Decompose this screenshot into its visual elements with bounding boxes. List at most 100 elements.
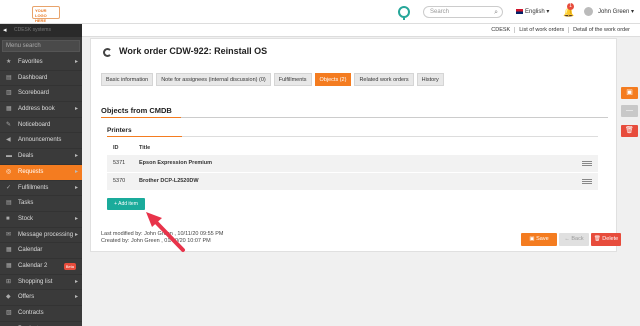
user-menu[interactable]: John Green ▾	[598, 8, 634, 15]
sidebar-item-label: Calendar	[18, 247, 43, 254]
sidebar-item-tasks[interactable]: ▤ Tasks	[0, 196, 82, 212]
chevron-right-icon: ▸	[74, 153, 78, 160]
sidebar-item-dashboard[interactable]: ▤ Dashboard	[0, 71, 82, 87]
search-icon[interactable]: ⌕	[494, 8, 498, 18]
calendar-icon: ▦	[6, 262, 12, 269]
chevron-right-icon: ▸	[74, 106, 78, 113]
breadcrumb-item[interactable]: Detail of the work order	[568, 27, 634, 33]
sidebar-item-label: Tasks	[18, 200, 34, 207]
sidebar-item-calendar[interactable]: ▦ Calendar	[0, 243, 82, 259]
deals-icon: ▬	[6, 153, 12, 160]
divider-accent	[107, 136, 182, 137]
save-float-icon[interactable]: ▣	[621, 87, 638, 99]
sidebar-item-label: Stock	[18, 215, 34, 222]
delete-button[interactable]: 🗑 Delete	[591, 233, 621, 246]
drag-handle-icon[interactable]	[582, 179, 592, 184]
cell-title[interactable]: Epson Expression Premium	[139, 155, 212, 172]
sidebar-item-fulfillments[interactable]: ✓ Fulfillments ▸	[0, 181, 82, 197]
page-title: Work order CDW-922: Reinstall OS	[119, 46, 268, 56]
table-header: ID Title	[107, 141, 598, 155]
chevron-right-icon: ▸	[74, 294, 78, 301]
divider-accent	[101, 117, 181, 118]
sidebar-item-offers[interactable]: ◆ Offers ▸	[0, 290, 82, 306]
lightbulb-icon[interactable]	[398, 6, 410, 20]
sidebar-item-scoreboard[interactable]: ▥ Scoreboard	[0, 86, 82, 103]
sidebar-item-label: Message processing	[18, 231, 74, 238]
avatar[interactable]	[584, 7, 593, 16]
tab-basic-information[interactable]: Basic information	[101, 73, 154, 86]
work-order-icon	[103, 48, 112, 57]
drag-handle-icon[interactable]	[582, 161, 592, 166]
sidebar-item-label: Favorites	[18, 59, 43, 65]
sidebar-item-label: Address book	[18, 106, 55, 113]
save-button[interactable]: ▣ Save	[521, 233, 557, 246]
cell-id: 5370	[113, 178, 126, 184]
sidebar-item-shopping-list[interactable]: ⊞ Shopping list ▸	[0, 275, 82, 291]
back-label: Back	[571, 236, 584, 242]
language-selector[interactable]: English ▾	[516, 8, 549, 15]
sidebar-item-noticeboard[interactable]: ✎ Noticeboard	[0, 118, 82, 134]
column-header-id: ID	[113, 145, 119, 151]
sidebar-item-message-processing[interactable]: ✉ Message processing ▸	[0, 228, 82, 244]
menu-search-input[interactable]: Menu search	[2, 40, 80, 52]
calendar-icon: ▦	[6, 247, 12, 254]
tab-fulfillments[interactable]: Fulfillments	[273, 73, 312, 86]
chevron-right-icon: ▸	[74, 184, 78, 191]
sidebar-item-announcements[interactable]: ◀ Announcements	[0, 133, 82, 150]
sidebar-item-contracts[interactable]: ▧ Contracts	[0, 306, 82, 322]
sidebar-item-label: Dashboard	[18, 74, 48, 81]
dashboard-icon: ▤	[6, 74, 12, 81]
contract-icon: ▧	[6, 310, 12, 316]
sidebar-item-stock[interactable]: ■ Stock ▸	[0, 212, 82, 228]
box-icon: ■	[6, 215, 10, 222]
tab-history[interactable]: History	[416, 73, 444, 86]
sidebar-item-favorites[interactable]: ★ Favorites ▸	[0, 55, 82, 71]
back-float-icon[interactable]: —	[621, 105, 638, 117]
breadcrumb-item[interactable]: CDESK	[487, 27, 514, 33]
sidebar-item-deals[interactable]: ▬ Deals ▸	[0, 149, 82, 165]
chevron-right-icon: ▸	[74, 168, 78, 175]
cell-id: 5371	[113, 160, 126, 166]
table-row[interactable]: 5370 Brother DCP-L2520DW	[107, 173, 598, 190]
check-icon: ✓	[6, 184, 12, 191]
company-logo[interactable]: YOUR LOGO HERE	[32, 6, 60, 23]
search-input[interactable]: Search ⌕	[423, 6, 503, 18]
envelope-icon: ✉	[6, 231, 12, 238]
add-item-button[interactable]: + Add item	[107, 198, 145, 210]
chevron-right-icon: ▸	[74, 215, 78, 222]
notification-badge: 1	[567, 3, 574, 10]
language-label: English	[525, 9, 545, 15]
trash-float-icon[interactable]: 🗑	[621, 125, 638, 137]
lifebuoy-icon: ◎	[6, 168, 12, 175]
chart-icon: ▥	[6, 90, 12, 97]
pin-icon: ✎	[6, 121, 12, 128]
sidebar-header-text: CDESK systems	[14, 27, 51, 33]
tasks-icon: ▤	[6, 200, 12, 207]
table-row[interactable]: 5371 Epson Expression Premium	[107, 155, 598, 172]
sidebar-item-requests[interactable]: ◎ Requests ▸	[0, 164, 82, 181]
chevron-right-icon: ▸	[75, 322, 78, 326]
subsection-title: Printers	[107, 127, 132, 134]
tab-objects-2[interactable]: Objects (2)	[314, 73, 352, 86]
collapse-icon[interactable]: ◂	[3, 24, 7, 37]
sidebar-item-label: Shopping list	[18, 278, 53, 285]
book-icon: ▦	[6, 106, 12, 113]
sidebar-item-label: Contracts	[18, 310, 44, 316]
tab-note-for-assignees-internal-discussion-0[interactable]: Note for assignees (internal discussion)…	[156, 73, 271, 86]
sidebar-item-label: Calendar 2	[18, 262, 48, 269]
sidebar-item-label: Offers	[18, 294, 35, 301]
breadcrumb-item[interactable]: List of work orders	[514, 27, 569, 33]
cell-title[interactable]: Brother DCP-L2520DW	[139, 173, 199, 190]
sidebar-item-products[interactable]: ▣Products▸	[0, 322, 82, 326]
user-name: John Green	[598, 9, 630, 15]
tab-related-work-orders[interactable]: Related work orders	[354, 73, 414, 86]
column-header-title: Title	[139, 145, 151, 151]
breadcrumb: CDESK List of work orders Detail of the wo…	[82, 24, 640, 37]
sidebar-item-label: Requests	[18, 168, 44, 175]
sidebar-item-address-book[interactable]: ▦ Address book ▸	[0, 102, 82, 118]
chevron-right-icon: ▸	[74, 59, 78, 65]
sidebar-item-label: Fulfillments	[18, 184, 49, 191]
back-button[interactable]: ← Back	[559, 233, 589, 246]
sidebar-item-calendar-2[interactable]: ▦ Calendar 2 Beta	[0, 259, 82, 275]
section-title: Objects from CMDB	[101, 106, 172, 115]
